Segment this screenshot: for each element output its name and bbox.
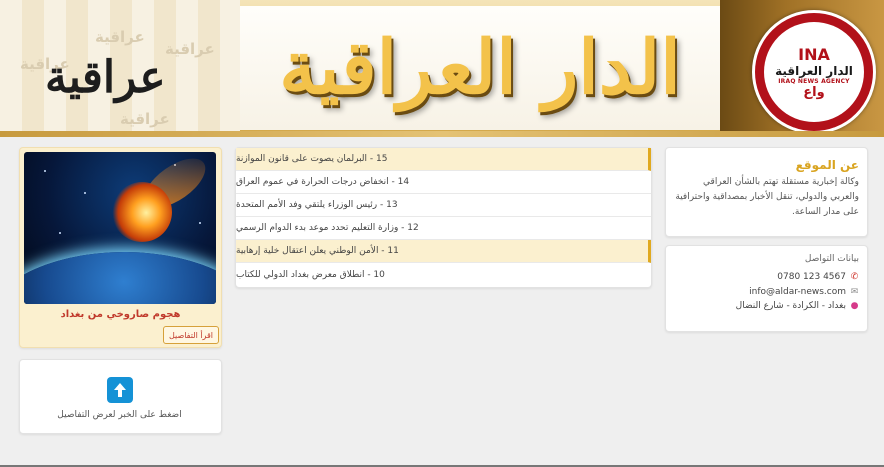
- about-heading: عن الموقع: [795, 158, 859, 172]
- logo-abbr: INA: [798, 44, 830, 64]
- banner-brand-text: عراقية: [45, 52, 166, 103]
- contact-email-row[interactable]: ✉ info@aldar-news.com: [749, 287, 859, 297]
- banner-ghost-text: عراقية: [95, 28, 145, 46]
- news-item-label: 11 - الأمن الوطني يعلن اعتقال خلية إرهاب…: [236, 246, 399, 256]
- news-item-label: 15 - البرلمان يصوت على قانون الموازنة: [236, 154, 388, 164]
- news-list: 15 - البرلمان يصوت على قانون الموازنة 14…: [235, 147, 652, 288]
- news-item-label: 12 - وزارة التعليم تحدد موعد بدء الدوام …: [236, 223, 419, 233]
- about-card: عن الموقع وكالة إخبارية مستقلة تهتم بالش…: [665, 147, 868, 237]
- star: [84, 192, 86, 194]
- contact-address-row: ● بغداد - الكرادة - شارع النضال: [736, 301, 859, 311]
- contact-phone-row[interactable]: ✆ 0780 123 4567: [777, 272, 859, 282]
- banner-ghost-text: عراقية: [165, 40, 215, 58]
- arrow-up-icon[interactable]: [107, 377, 133, 403]
- news-item[interactable]: 11 - الأمن الوطني يعلن اعتقال خلية إرهاب…: [236, 240, 651, 263]
- news-item[interactable]: 15 - البرلمان يصوت على قانون الموازنة: [236, 148, 651, 171]
- news-item[interactable]: 13 - رئيس الوزراء يلتقي وفد الأمم المتحد…: [236, 194, 651, 217]
- site-title[interactable]: الدار العراقية: [240, 6, 720, 130]
- news-item-label: 14 - انخفاض درجات الحرارة في عموم العراق: [236, 177, 410, 187]
- banner-bottom-strip: [0, 131, 884, 137]
- news-item-label: 10 - انطلاق معرض بغداد الدولي للكتاب: [236, 269, 385, 280]
- feature-title[interactable]: هجوم صاروخي من بغداد: [20, 309, 221, 320]
- news-item[interactable]: 12 - وزارة التعليم تحدد موعد بدء الدوام …: [236, 217, 651, 240]
- logo-name-ar: الدار العراقية: [775, 63, 853, 78]
- banner-ghost-text: عراقية: [120, 110, 170, 128]
- star: [199, 222, 201, 224]
- logo-name-en: IRAQ NEWS AGENCY: [778, 77, 850, 85]
- contact-address: بغداد - الكرادة - شارع النضال: [735, 301, 846, 311]
- logo-short-ar: واع: [803, 84, 825, 100]
- contact-phone: 0780 123 4567: [777, 272, 846, 282]
- news-item-label: 13 - رئيس الوزراء يلتقي وفد الأمم المتحد…: [236, 200, 398, 210]
- header-banner: عراقية عراقية عراقية عراقية عراقية الدار…: [0, 0, 884, 137]
- envelope-icon: ✉: [850, 286, 859, 297]
- news-item[interactable]: 14 - انخفاض درجات الحرارة في عموم العراق: [236, 171, 651, 194]
- about-text: وكالة إخبارية مستقلة تهتم بالشأن العراقي…: [675, 177, 859, 217]
- read-details-button[interactable]: اقرأ التفاصيل: [163, 326, 219, 344]
- planet-earth: [24, 252, 216, 304]
- news-item[interactable]: 10 - انطلاق معرض بغداد الدولي للكتاب: [236, 263, 651, 286]
- agency-logo[interactable]: INA الدار العراقية IRAQ NEWS AGENCY واع: [752, 10, 876, 134]
- star: [44, 170, 46, 172]
- arrow-up-glyph: [114, 383, 126, 397]
- star: [59, 232, 61, 234]
- cta-text: اضغط على الخبر لعرض التفاصيل: [57, 410, 182, 420]
- map-pin-icon: ●: [850, 300, 859, 311]
- contact-heading: بيانات التواصل: [804, 254, 859, 264]
- feature-card[interactable]: هجوم صاروخي من بغداد اقرأ التفاصيل: [19, 147, 222, 348]
- contact-email: info@aldar-news.com: [749, 287, 846, 297]
- contact-card: بيانات التواصل ✆ 0780 123 4567 ✉ info@al…: [665, 245, 868, 332]
- phone-icon: ✆: [850, 271, 859, 282]
- logo-inner: INA الدار العراقية IRAQ NEWS AGENCY واع: [764, 22, 864, 122]
- feature-image[interactable]: [24, 152, 216, 304]
